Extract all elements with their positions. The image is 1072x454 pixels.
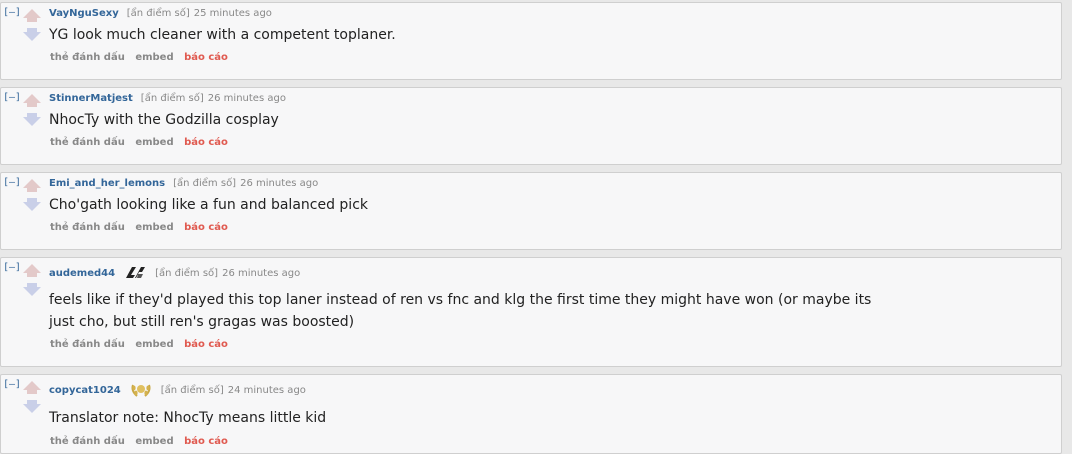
author-link[interactable]: Emi_and_her_lemons <box>49 178 165 189</box>
vote-arrows <box>22 177 42 213</box>
timestamp: 26 minutes ago <box>222 267 301 279</box>
comment-actions: thẻ đánh dấu embed báo cáo <box>50 222 235 233</box>
hidden-score: [ẩn điểm số] <box>160 384 224 396</box>
hidden-score: [ẩn điểm số] <box>140 93 204 104</box>
report-button[interactable]: báo cáo <box>184 222 228 233</box>
comment-actions: thẻ đánh dấu embed báo cáo <box>50 339 235 350</box>
upvote-icon[interactable] <box>23 94 41 107</box>
report-button[interactable]: báo cáo <box>184 436 228 447</box>
comment-body: Translator note: NhocTy means little kid <box>49 410 327 426</box>
collapse-toggle[interactable]: [–] <box>3 177 21 188</box>
save-button[interactable]: thẻ đánh dấu <box>50 339 125 350</box>
report-button[interactable]: báo cáo <box>184 137 228 148</box>
downvote-icon[interactable] <box>23 28 41 41</box>
upvote-icon[interactable] <box>23 9 41 22</box>
timestamp: 25 minutes ago <box>193 8 272 19</box>
tagline: Emi_and_her_lemons [ẩn điểm số] 26 minut… <box>49 178 318 189</box>
author-link[interactable]: audemed44 <box>49 268 115 279</box>
collapse-toggle[interactable]: [–] <box>3 92 21 103</box>
upvote-icon[interactable] <box>23 264 41 277</box>
timestamp: 26 minutes ago <box>207 93 286 104</box>
embed-button[interactable]: embed <box>135 339 173 350</box>
save-button[interactable]: thẻ đánh dấu <box>50 436 125 447</box>
hidden-score: [ẩn điểm số] <box>126 8 190 19</box>
hidden-score: [ẩn điểm số] <box>155 267 219 279</box>
vote-arrows <box>22 262 42 298</box>
vote-arrows <box>22 7 42 43</box>
downvote-icon[interactable] <box>23 198 41 211</box>
comment: [–] VayNguSexy [ẩn điểm số] 25 minutes a… <box>0 2 1062 80</box>
gold-wreath-icon <box>129 381 153 399</box>
comment-body: feels like if they'd played this top lan… <box>49 292 872 330</box>
comment-list: [–] VayNguSexy [ẩn điểm số] 25 minutes a… <box>0 0 1072 454</box>
comment: [–] copycat1024 [ẩn điểm số] 24 minutes … <box>0 374 1062 454</box>
embed-button[interactable]: embed <box>135 52 173 63</box>
save-button[interactable]: thẻ đánh dấu <box>50 137 125 148</box>
comment-body: YG look much cleaner with a competent to… <box>49 27 396 43</box>
collapse-toggle[interactable]: [–] <box>3 7 21 18</box>
save-button[interactable]: thẻ đánh dấu <box>50 222 125 233</box>
timestamp: 24 minutes ago <box>227 384 306 396</box>
upvote-icon[interactable] <box>23 179 41 192</box>
comment-body: NhocTy with the Godzilla cosplay <box>49 112 279 128</box>
vote-arrows <box>22 379 42 415</box>
comment-actions: thẻ đánh dấu embed báo cáo <box>50 52 235 63</box>
comment: [–] audemed44 [ẩn điểm số] 26 minutes ag… <box>0 257 1062 367</box>
tagline: StinnerMatjest [ẩn điểm số] 26 minutes a… <box>49 93 286 104</box>
collapse-toggle[interactable]: [–] <box>3 262 21 273</box>
upvote-icon[interactable] <box>23 381 41 394</box>
comment-actions: thẻ đánh dấu embed báo cáo <box>50 137 235 148</box>
comment: [–] StinnerMatjest [ẩn điểm số] 26 minut… <box>0 87 1062 165</box>
embed-button[interactable]: embed <box>135 436 173 447</box>
tagline: VayNguSexy [ẩn điểm số] 25 minutes ago <box>49 8 272 19</box>
author-link[interactable]: copycat1024 <box>49 385 121 396</box>
author-link[interactable]: StinnerMatjest <box>49 93 133 104</box>
embed-button[interactable]: embed <box>135 222 173 233</box>
timestamp: 26 minutes ago <box>240 178 319 189</box>
vote-arrows <box>22 92 42 128</box>
author-link[interactable]: VayNguSexy <box>49 8 119 19</box>
hidden-score: [ẩn điểm số] <box>173 178 237 189</box>
tagline: audemed44 [ẩn điểm số] 26 minutes ago <box>49 264 300 282</box>
embed-button[interactable]: embed <box>135 137 173 148</box>
tagline: copycat1024 [ẩn điểm số] 24 minutes ago <box>49 381 306 399</box>
collapse-toggle[interactable]: [–] <box>3 379 21 390</box>
comment: [–] Emi_and_her_lemons [ẩn điểm số] 26 m… <box>0 172 1062 250</box>
report-button[interactable]: báo cáo <box>184 339 228 350</box>
clg-logo-icon <box>123 264 147 282</box>
comment-actions: thẻ đánh dấu embed báo cáo <box>50 436 235 447</box>
report-button[interactable]: báo cáo <box>184 52 228 63</box>
downvote-icon[interactable] <box>23 283 41 296</box>
comment-body: Cho'gath looking like a fun and balanced… <box>49 197 368 213</box>
downvote-icon[interactable] <box>23 113 41 126</box>
downvote-icon[interactable] <box>23 400 41 413</box>
save-button[interactable]: thẻ đánh dấu <box>50 52 125 63</box>
